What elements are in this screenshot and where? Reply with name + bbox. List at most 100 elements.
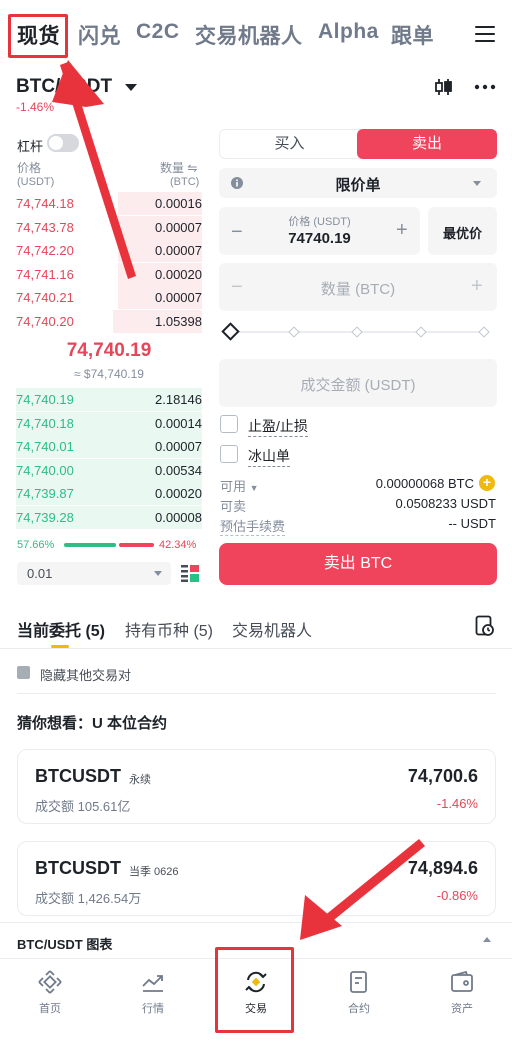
wallet-icon: [451, 970, 473, 992]
more-icon[interactable]: [474, 84, 496, 90]
home-logo-icon: [38, 970, 62, 994]
card-volume: 成交额 1,426.54万: [35, 891, 142, 906]
iceberg-checkbox[interactable]: [220, 445, 238, 463]
nav-markets[interactable]: 行情: [113, 969, 193, 1016]
sell-tab[interactable]: 卖出: [357, 129, 497, 159]
card-tag: 当季 0626: [129, 866, 179, 878]
bid-row[interactable]: 74,740.19 2.18146: [16, 388, 202, 411]
tab-copy-trading[interactable]: 跟单: [391, 20, 434, 50]
buy-tab[interactable]: 买入: [220, 130, 359, 158]
best-price-button[interactable]: 最优价: [428, 207, 497, 255]
chevron-down-icon[interactable]: [125, 84, 137, 91]
market-chart-icon: [142, 975, 163, 992]
tab-trading-bots[interactable]: 交易机器人: [195, 20, 303, 50]
available-value: 0.00000068 BTC: [375, 476, 474, 491]
can-sell-value: 0.0508233 USDT: [395, 496, 496, 511]
tab-open-orders[interactable]: 当前委托 (5): [17, 617, 105, 641]
card-price: 74,700.6: [407, 766, 478, 786]
hide-pairs-label: 隐藏其他交易对: [40, 668, 132, 683]
card-price: 74,894.6: [407, 858, 478, 878]
bid-row[interactable]: 74,740.00 0.00534: [16, 458, 202, 482]
card-symbol: BTCUSDT: [35, 766, 121, 786]
quantity-input[interactable]: − 数量 (BTC) +: [219, 263, 497, 311]
slider-handle[interactable]: [221, 322, 240, 341]
futures-card[interactable]: BTCUSDT 永续 成交额 105.61亿 74,700.6 -1.46%: [17, 749, 496, 824]
tab-holdings[interactable]: 持有币种 (5): [125, 617, 213, 641]
bid-row[interactable]: 74,740.01 0.00007: [16, 435, 202, 459]
ask-row[interactable]: 74,740.21 0.00007: [16, 286, 202, 310]
sell-ratio: 42.34%: [159, 539, 197, 551]
sell-btc-button[interactable]: 卖出 BTC: [219, 543, 497, 585]
ask-row[interactable]: 74,744.18 0.00016: [16, 192, 202, 215]
row-price: 74,739.87: [16, 486, 74, 502]
buy-ratio: 57.66%: [17, 539, 55, 551]
chevron-down-icon: [473, 181, 481, 186]
ask-row[interactable]: 74,741.16 0.00020: [16, 262, 202, 286]
tab-alpha[interactable]: Alpha: [318, 20, 379, 44]
tab-convert[interactable]: 闪兑: [78, 20, 121, 50]
nav-home[interactable]: 首页: [10, 969, 90, 1016]
row-price: 74,742.20: [16, 243, 74, 259]
order-book-layout-icon[interactable]: [181, 564, 199, 582]
plus-icon[interactable]: +: [471, 275, 483, 298]
highlight-box-trade: [215, 947, 294, 1033]
price-header: 价格: [17, 161, 42, 175]
fee-value: -- USDT: [448, 516, 496, 531]
best-price-label: 最优价: [442, 226, 482, 241]
futures-card[interactable]: BTCUSDT 当季 0626 成交额 1,426.54万 74,894.6 -…: [17, 841, 496, 916]
bid-row[interactable]: 74,739.87 0.00020: [16, 482, 202, 506]
nav-assets[interactable]: 资产: [422, 969, 502, 1016]
price-input-value: 74740.19: [288, 230, 351, 247]
menu-icon[interactable]: [475, 26, 495, 44]
plus-icon[interactable]: +: [396, 219, 408, 242]
tp-sl-label[interactable]: 止盈/止损: [248, 416, 308, 437]
card-symbol: BTCUSDT: [35, 858, 121, 878]
row-price: 74,740.21: [16, 290, 74, 306]
chevron-down-icon: ▼: [249, 483, 259, 493]
tp-sl-checkbox[interactable]: [220, 415, 238, 433]
ask-row[interactable]: 74,743.78 0.00007: [16, 215, 202, 239]
row-qty: 0.00020: [155, 486, 202, 502]
buy-ratio-bar: [64, 543, 116, 547]
slider-step-100[interactable]: [478, 326, 490, 338]
slider-step-50[interactable]: [351, 326, 363, 338]
available-label[interactable]: 可用 ▼: [220, 476, 259, 495]
pair-symbol[interactable]: BTC/USDT: [16, 76, 112, 98]
row-price: 74,740.20: [16, 314, 74, 329]
quantity-placeholder: 数量 (BTC): [320, 281, 396, 298]
leverage-toggle[interactable]: [47, 134, 79, 152]
order-history-icon[interactable]: [475, 615, 495, 637]
chevron-down-icon: [154, 571, 162, 576]
chevron-up-icon: [483, 937, 491, 942]
ask-row[interactable]: 74,740.20 1.05398: [16, 310, 202, 333]
bid-row[interactable]: 74,740.18 0.00014: [16, 411, 202, 435]
nav-futures[interactable]: 合约: [319, 969, 399, 1016]
slider-step-75[interactable]: [415, 326, 427, 338]
row-price: 74,739.28: [16, 510, 74, 525]
bid-row[interactable]: 74,739.28 0.00008: [16, 506, 202, 529]
tab-bots[interactable]: 交易机器人: [232, 617, 312, 641]
tab-c2c[interactable]: C2C: [136, 20, 180, 44]
qty-header[interactable]: 数量 ⇋: [160, 159, 197, 176]
fee-label[interactable]: 预估手续费: [220, 516, 286, 536]
hide-pairs-checkbox[interactable]: [17, 666, 30, 679]
precision-value: 0.01: [27, 566, 53, 581]
ask-row[interactable]: 74,742.20 0.00007: [16, 239, 202, 263]
add-funds-icon[interactable]: +: [479, 475, 495, 491]
qty-unit: (BTC): [170, 176, 200, 188]
row-qty: 0.00020: [155, 266, 202, 282]
row-price: 74,740.19: [16, 392, 74, 407]
suggest-title: 猜你想看：U 本位合约: [17, 715, 168, 732]
candlestick-icon[interactable]: [434, 77, 454, 97]
order-type-value: 限价单: [335, 177, 381, 194]
nav-label: 合约: [348, 1003, 370, 1015]
slider-step-25[interactable]: [288, 326, 300, 338]
amount-input[interactable]: 成交金额 (USDT): [219, 359, 497, 407]
amount-placeholder: 成交金额 (USDT): [300, 377, 416, 394]
iceberg-label[interactable]: 冰山单: [248, 446, 290, 467]
precision-select[interactable]: 0.01: [17, 562, 171, 585]
row-price: 74,740.18: [16, 415, 74, 431]
futures-doc-icon: [350, 971, 367, 993]
order-type-select[interactable]: 限价单: [219, 168, 497, 198]
price-input[interactable]: − 价格 (USDT) 74740.19 +: [219, 207, 420, 255]
